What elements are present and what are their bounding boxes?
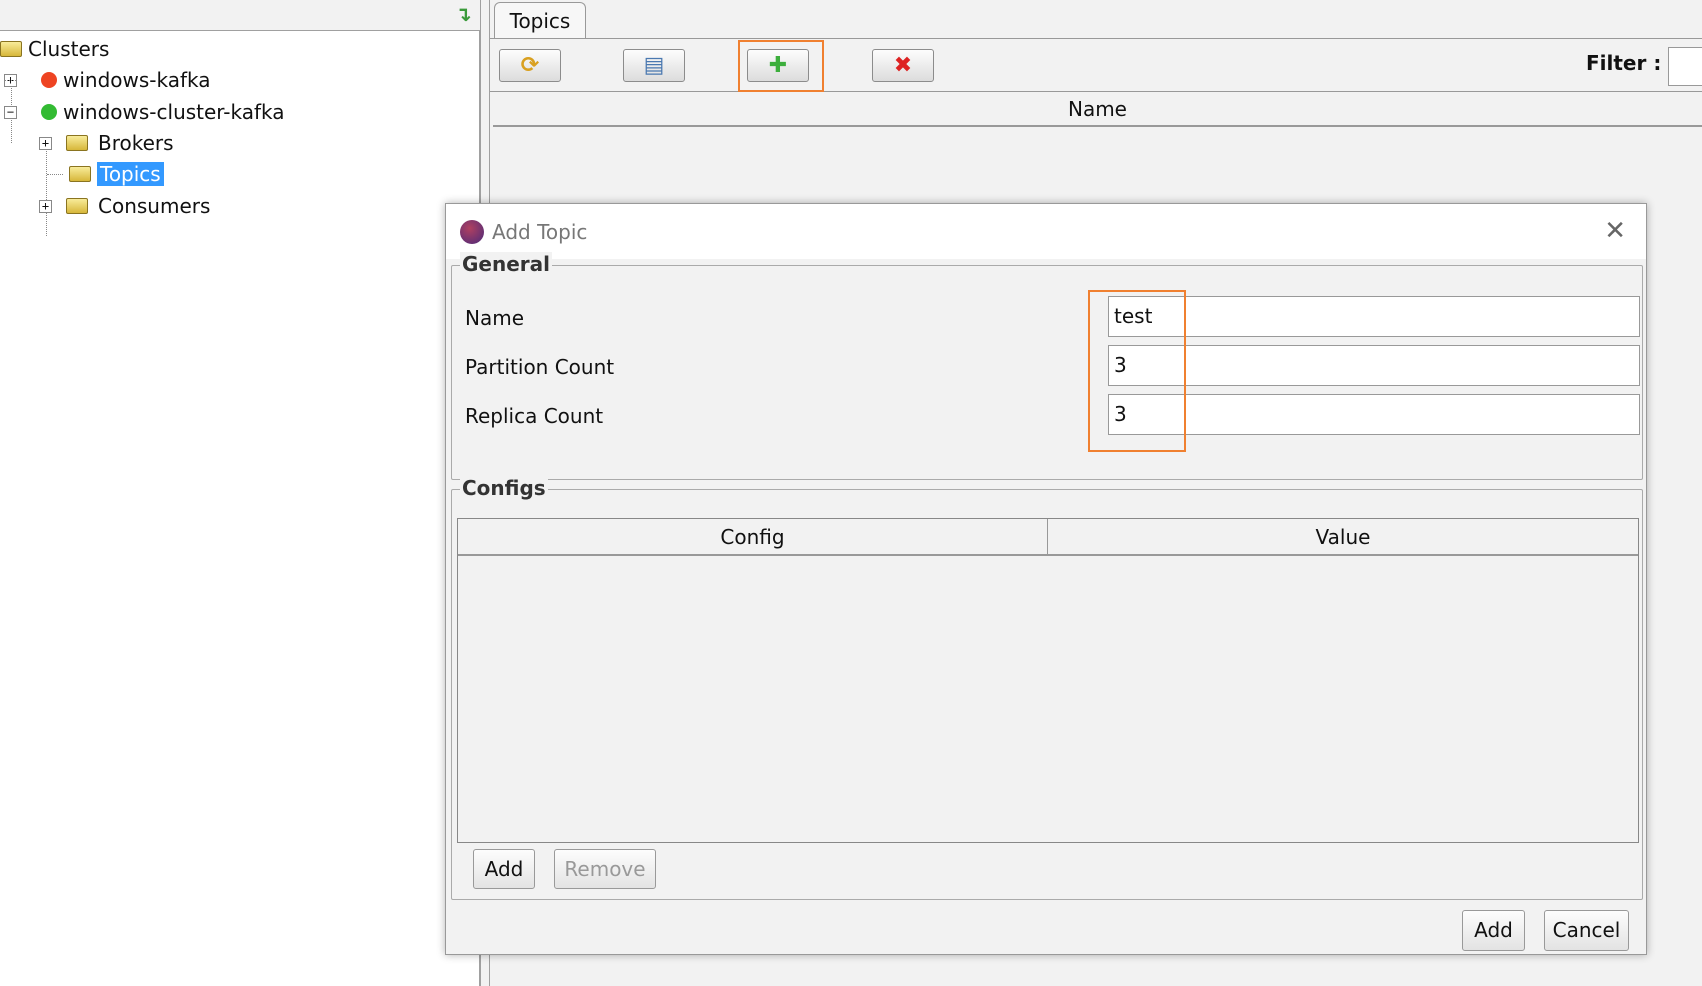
open-folder-icon (0, 41, 22, 57)
folder-icon (66, 135, 88, 151)
column-header-config[interactable]: Config (458, 519, 1048, 556)
tree-item-brokers[interactable]: + Brokers (39, 128, 174, 158)
add-topic-dialog: Add Topic ✕ General Name Partition Count… (445, 203, 1647, 955)
tree-label: Clusters (28, 37, 110, 61)
tree-label: windows-cluster-kafka (63, 100, 285, 124)
status-green-icon (41, 104, 57, 120)
toolbar: ⟳ ▤ ✚ ✖ Filter : (490, 38, 1702, 92)
tree-item-topics[interactable]: Topics (47, 159, 164, 189)
tree-label: windows-kafka (63, 68, 211, 92)
highlight-box (738, 40, 824, 92)
partition-count-label: Partition Count (465, 355, 615, 379)
partition-count-input[interactable]: 3 (1108, 345, 1640, 386)
add-config-button[interactable]: Add (473, 849, 535, 889)
cluster-tree: Clusters + windows-kafka − windows-clust… (0, 30, 480, 986)
status-red-icon (41, 72, 57, 88)
general-section: General Name Partition Count Replica Cou… (451, 252, 1643, 480)
column-header-value[interactable]: Value (1048, 519, 1638, 556)
app-icon (460, 219, 484, 244)
tree-item-windows-kafka[interactable]: + windows-kafka (4, 65, 211, 95)
folder-icon (66, 198, 88, 214)
add-button[interactable]: Add (1462, 910, 1525, 951)
refresh-icon: ⟳ (520, 53, 540, 78)
print-button[interactable]: ▤ (623, 49, 685, 82)
column-header-name[interactable]: Name (493, 92, 1702, 127)
expand-icon[interactable]: + (39, 199, 52, 213)
name-label: Name (465, 306, 525, 330)
tree-label: Consumers (98, 194, 211, 218)
replica-count-input[interactable]: 3 (1108, 394, 1640, 435)
cancel-button[interactable]: Cancel (1544, 910, 1629, 951)
configs-section: Configs Config Value Add Remove (451, 476, 1643, 900)
close-icon[interactable]: ✕ (1604, 216, 1626, 246)
expand-icon[interactable]: + (39, 136, 52, 150)
filter-input[interactable] (1668, 47, 1702, 86)
open-folder-icon (69, 166, 91, 182)
print-icon: ▤ (643, 53, 665, 78)
refresh-button[interactable]: ⟳ (499, 49, 561, 82)
dialog-title-bar: Add Topic ✕ (446, 204, 1646, 259)
tree-root-clusters[interactable]: Clusters (0, 34, 109, 64)
tab-topics[interactable]: Topics (494, 2, 586, 38)
tree-label: Brokers (98, 131, 174, 155)
collapse-icon[interactable]: − (4, 105, 17, 119)
tree-item-windows-cluster-kafka[interactable]: − windows-cluster-kafka (4, 97, 284, 127)
delete-button[interactable]: ✖ (872, 49, 934, 82)
dialog-title: Add Topic (492, 219, 588, 244)
configs-legend: Configs (460, 476, 548, 500)
replica-count-label: Replica Count (465, 404, 604, 428)
collapse-arrow-icon[interactable]: ↴ (455, 2, 472, 26)
tree-item-consumers[interactable]: + Consumers (39, 191, 210, 221)
highlight-box (1088, 290, 1186, 452)
general-legend: General (460, 252, 552, 276)
remove-config-button[interactable]: Remove (554, 849, 656, 889)
configs-table: Config Value (457, 518, 1639, 843)
tree-label-selected: Topics (97, 162, 164, 186)
filter-label: Filter : (1586, 51, 1662, 75)
delete-icon: ✖ (893, 53, 913, 78)
name-input[interactable]: test (1108, 296, 1640, 337)
